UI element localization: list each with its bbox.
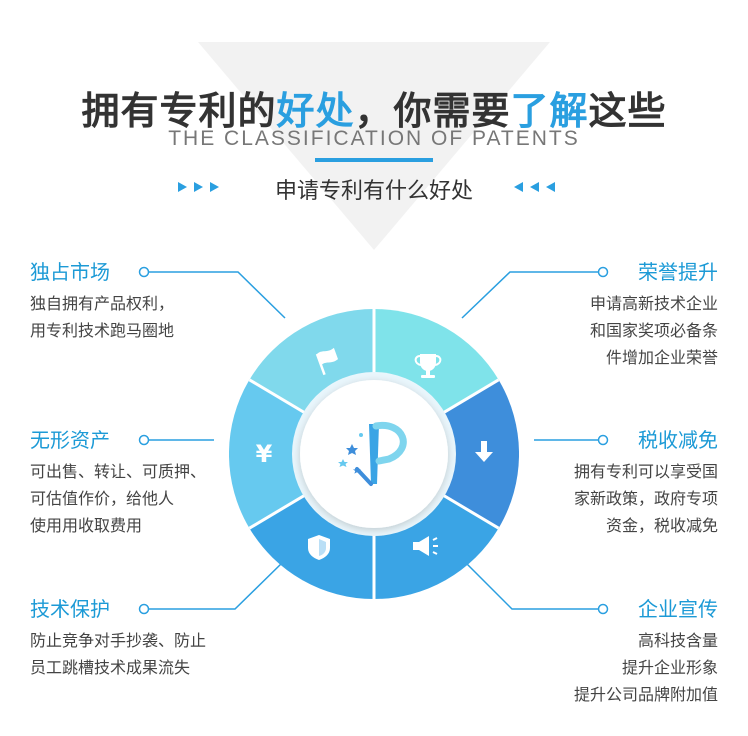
page-subtitle: THE CLASSIFICATION OF PATENTS (168, 127, 580, 150)
feature-title: 荣誉提升 (638, 260, 718, 284)
feature-line: 独自拥有产品权利， (30, 294, 175, 313)
feature-line: 申请高新技术企业 (589, 294, 718, 313)
feature-tech-protection: 技术保护 防止竞争对手抄袭、防止 员工跳槽技术成果流失 (30, 596, 206, 681)
feature-corporate-promotion: 企业宣传 高科技含量 提升企业形象 提升公司品牌附加值 (574, 596, 718, 708)
feature-description: 高科技含量 提升企业形象 提升公司品牌附加值 (574, 627, 718, 708)
feature-line: 使用用收取费用 (30, 516, 143, 535)
yen-icon: ¥ (256, 440, 273, 468)
feature-honor-boost: 荣誉提升 申请高新技术企业 和国家奖项必备条 件增加企业荣誉 (590, 259, 718, 371)
feature-title: 企业宣传 (638, 597, 718, 621)
feature-line: 资金，税收减免 (605, 516, 718, 535)
feature-intangible-asset: 无形资产 可出售、转让、可质押、 可估值作价，给他人 使用用收取费用 (30, 427, 206, 539)
feature-line: 件增加企业荣誉 (605, 348, 718, 367)
feature-title: 税收减免 (638, 428, 718, 452)
feature-line: 提升公司品牌附加值 (573, 685, 718, 704)
feature-title: 独占市场 (30, 260, 110, 284)
feature-line: 提升企业形象 (621, 658, 718, 677)
feature-exclusive-market: 独占市场 独自拥有产品权利， 用专利技术跑马圈地 (30, 259, 174, 344)
feature-title: 无形资产 (30, 428, 110, 452)
title-underline (315, 158, 433, 162)
feature-description: 防止竞争对手抄袭、防止 员工跳槽技术成果流失 (30, 627, 206, 681)
benefits-wheel: ¥ (229, 309, 519, 599)
feature-line: 可出售、转让、可质押、 (30, 462, 207, 481)
feature-description: 独自拥有产品权利， 用专利技术跑马圈地 (30, 290, 174, 344)
feature-line: 拥有专利可以享受国 (573, 462, 718, 481)
feature-line: 家新政策，政府专项 (573, 489, 718, 508)
feature-line: 高科技含量 (637, 631, 718, 650)
feature-description: 拥有专利可以享受国 家新政策，政府专项 资金，税收减免 (574, 458, 718, 539)
feature-description: 申请高新技术企业 和国家奖项必备条 件增加企业荣誉 (590, 290, 718, 371)
tagline-arrows-right-icon (514, 182, 555, 192)
feature-line: 防止竞争对手抄袭、防止 (30, 631, 207, 650)
feature-line: 和国家奖项必备条 (589, 321, 718, 340)
feature-description: 可出售、转让、可质押、 可估值作价，给他人 使用用收取费用 (30, 458, 206, 539)
feature-line: 用专利技术跑马圈地 (30, 321, 175, 340)
tagline: 申请专利有什么好处 (274, 179, 473, 204)
feature-tax-reduction: 税收减免 拥有专利可以享受国 家新政策，政府专项 资金，税收减免 (574, 427, 718, 539)
feature-line: 员工跳槽技术成果流失 (30, 658, 191, 677)
feature-title: 技术保护 (30, 597, 110, 621)
feature-line: 可估值作价，给他人 (30, 489, 175, 508)
svg-text:¥: ¥ (256, 440, 273, 468)
